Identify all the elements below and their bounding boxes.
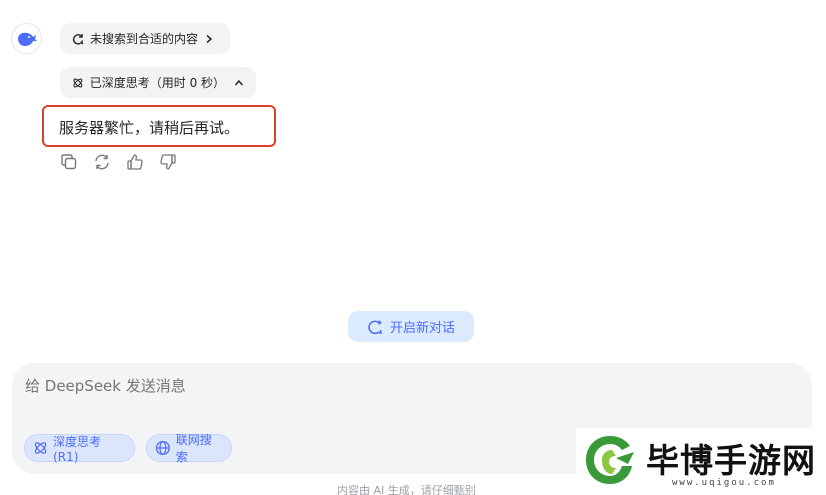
watermark-url: www.uqigou.com	[672, 478, 776, 488]
chevron-up-icon	[235, 79, 244, 85]
web-search-toggle[interactable]: 联网搜索	[146, 433, 232, 464]
site-watermark: 毕博手游网 www.uqigou.com	[576, 428, 816, 492]
message-actions	[59, 152, 178, 172]
thinking-status-pill[interactable]: 已深度思考（用时 0 秒）	[60, 67, 256, 98]
web-search-label: 联网搜索	[175, 433, 212, 464]
chevron-right-icon	[206, 34, 213, 43]
deep-think-toggle[interactable]: 深度思考 (R1)	[24, 434, 135, 464]
thinking-status-label: 已深度思考（用时 0 秒）	[89, 76, 226, 90]
watermark-title: 毕博手游网	[646, 441, 816, 480]
copy-icon	[61, 154, 77, 170]
regenerate-icon	[95, 154, 109, 170]
atom-icon	[34, 442, 47, 454]
search-status-label: 未搜索到合适的内容	[90, 32, 199, 46]
new-chat-icon	[368, 320, 382, 334]
new-chat-button[interactable]: 开启新对话	[348, 311, 474, 342]
ai-disclaimer: 内容由 AI 生成，请仔细甄别	[337, 484, 476, 495]
new-chat-label: 开启新对话	[389, 321, 455, 336]
thumbs-down-icon	[160, 154, 176, 170]
atom-icon	[73, 78, 83, 87]
globe-icon	[155, 440, 170, 456]
thumbs-up-icon	[127, 154, 143, 170]
like-button[interactable]	[125, 152, 145, 172]
refresh-search-icon	[72, 33, 84, 44]
deep-think-label: 深度思考 (R1)	[53, 434, 102, 464]
answer-text: 服务器繁忙，请稍后再试。	[59, 119, 240, 137]
dislike-button[interactable]	[158, 152, 178, 172]
search-status-pill[interactable]: 未搜索到合适的内容	[60, 23, 230, 54]
assistant-avatar	[11, 23, 42, 54]
regenerate-button[interactable]	[92, 152, 112, 172]
deepseek-whale-icon	[17, 32, 37, 46]
message-input[interactable]	[25, 377, 585, 395]
copy-button[interactable]	[59, 152, 79, 172]
watermark-logo	[586, 436, 634, 484]
